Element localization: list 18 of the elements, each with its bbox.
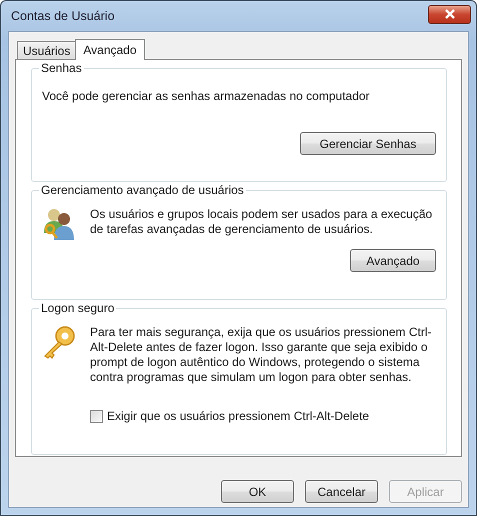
dialog-button[interactable]: OK xyxy=(221,480,294,503)
description-text: Para ter mais segurança, exija que os usuários pressionem Ctrl-Alt-Delete antes de fazer logon. Isso garante que seja exibido o prompt de logon autêntico do Windows, protegendo o sistema contra programas que simulam um logon para obter senhas. xyxy=(90,325,432,385)
description-text: Os usuários e grupos locais podem ser usados para a execução de tarefas avançadas de gerenciamento de usuários. xyxy=(90,207,434,237)
dialog-button[interactable]: Cancelar xyxy=(305,480,378,503)
close-button[interactable] xyxy=(428,4,471,24)
action-button[interactable]: Avançado xyxy=(350,249,436,272)
group-title: Gerenciamento avançado de usuários xyxy=(39,183,246,198)
window-title: Contas de Usuário xyxy=(11,9,115,23)
tab[interactable]: Avançado xyxy=(75,39,145,60)
action-button[interactable]: Gerenciar Senhas xyxy=(300,132,436,155)
users-icon xyxy=(42,207,76,241)
group-title: Logon seguro xyxy=(39,301,116,316)
checkbox[interactable] xyxy=(90,410,103,422)
description-text: Você pode gerenciar as senhas armazenadas no computador xyxy=(42,89,371,104)
tab[interactable]: Usuários xyxy=(17,41,76,59)
close-icon xyxy=(442,9,456,19)
checkbox-label: Exigir que os usuários pressionem Ctrl-Alt-Delete xyxy=(107,409,370,423)
key-icon xyxy=(42,325,76,359)
